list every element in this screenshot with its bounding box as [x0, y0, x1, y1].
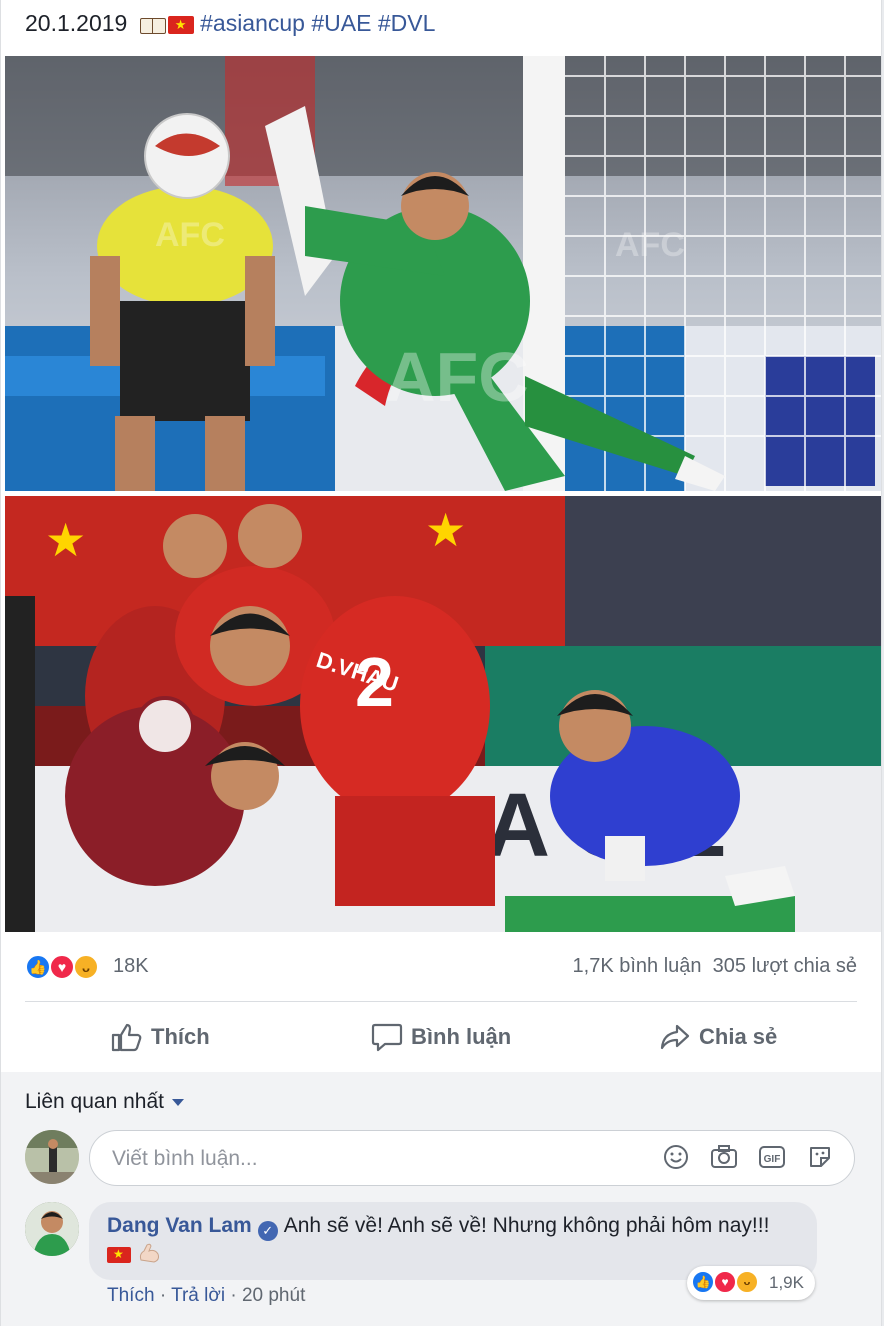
love-reaction-icon: ♥ [49, 954, 75, 980]
comment-count[interactable]: 1,7K bình luận [573, 955, 702, 977]
hashtag-asiancup[interactable]: #asiancup [200, 10, 305, 36]
comment-time[interactable]: 20 phút [242, 1285, 305, 1306]
comment-button[interactable]: Bình luận [371, 1003, 511, 1071]
like-button[interactable]: Thích [111, 1003, 210, 1071]
comment-reaction-count: 1,9K [769, 1273, 804, 1292]
post-actions: Thích Bình luận Chia sẻ [25, 1003, 857, 1071]
comment-text: Anh sẽ về! Anh sẽ về! Nhưng không phải h… [283, 1214, 770, 1237]
post-card: 20.1.2019 ★ #asiancup #UAE #DVL AFC AFC … [0, 0, 882, 1326]
comment-author[interactable]: Dang Van Lam [107, 1214, 252, 1237]
like-button-label: Thích [151, 1024, 210, 1049]
comment-input[interactable] [110, 1143, 634, 1175]
share-button-label: Chia sẻ [699, 1024, 778, 1049]
comment-sort-dropdown[interactable]: Liên quan nhất [25, 1090, 184, 1114]
haha-reaction-icon: ᴗ [73, 954, 99, 980]
open-book-icon [139, 16, 166, 34]
svg-text:AFC: AFC [385, 338, 529, 416]
comment-input-icons: GIF [662, 1143, 834, 1171]
svg-text:★: ★ [425, 504, 466, 556]
comment-like-link[interactable]: Thích [107, 1285, 155, 1306]
goalkeeper-save-photo[interactable]: AFC AFC AFC [5, 56, 881, 491]
vietnam-flag-icon: ★ [107, 1247, 131, 1263]
post-caption: 20.1.2019 ★ #asiancup #UAE #DVL [25, 8, 435, 38]
like-reaction-icon: 👍 [691, 1270, 715, 1294]
camera-icon[interactable] [710, 1143, 738, 1171]
hashtag-dvl[interactable]: #DVL [378, 10, 436, 36]
love-reaction-icon: ♥ [713, 1270, 737, 1294]
comment-meta: Thích · Trả lời · 20 phút [107, 1285, 306, 1306]
svg-text:GIF: GIF [764, 1154, 781, 1165]
current-user-avatar[interactable] [25, 1130, 79, 1184]
thumbs-up-icon [111, 1023, 142, 1052]
haha-reaction-icon: ᴗ [735, 1270, 759, 1294]
svg-text:AFC: AFC [615, 226, 685, 264]
verified-badge-icon: ✓ [257, 1221, 278, 1241]
comment-bubble-icon [371, 1023, 403, 1052]
emoji-icon[interactable] [662, 1143, 690, 1171]
vietnam-flag-icon: ★ [167, 15, 194, 34]
share-button[interactable]: Chia sẻ [659, 1003, 777, 1071]
reaction-count[interactable]: 18K [113, 955, 149, 978]
comments-shares-count[interactable]: 1,7K bình luận 305 lượt chia sẻ [573, 955, 857, 978]
hashtag-uae[interactable]: #UAE [311, 10, 371, 36]
divider [25, 1001, 857, 1002]
like-reaction-icon: 👍 [25, 954, 51, 980]
team-celebration-photo[interactable]: ★ ★ A G E 2 D.VHAU [5, 496, 881, 932]
svg-text:★: ★ [45, 514, 86, 566]
share-count[interactable]: 305 lượt chia sẻ [713, 955, 857, 977]
comments-section: Liên quan nhất GIF [1, 1072, 881, 1326]
reactions-summary[interactable]: 👍 ♥ ᴗ 18K 1,7K bình luận 305 lượt chia s… [25, 950, 857, 986]
comment-reply-link[interactable]: Trả lời [171, 1285, 225, 1306]
flexed-bicep-icon [137, 1242, 161, 1272]
share-arrow-icon [660, 1024, 690, 1050]
comment-input-box[interactable]: GIF [89, 1130, 855, 1186]
comment-reactions[interactable]: 👍 ♥ ᴗ 1,9K [687, 1266, 815, 1300]
caret-down-icon [171, 1098, 184, 1106]
caption-date: 20.1.2019 [25, 10, 128, 36]
sticker-icon[interactable] [806, 1143, 834, 1171]
commenter-avatar[interactable] [25, 1202, 79, 1256]
gif-icon[interactable]: GIF [758, 1143, 786, 1171]
sort-label: Liên quan nhất [25, 1090, 164, 1113]
comment-button-label: Bình luận [411, 1024, 512, 1049]
svg-text:AFC: AFC [155, 216, 225, 254]
